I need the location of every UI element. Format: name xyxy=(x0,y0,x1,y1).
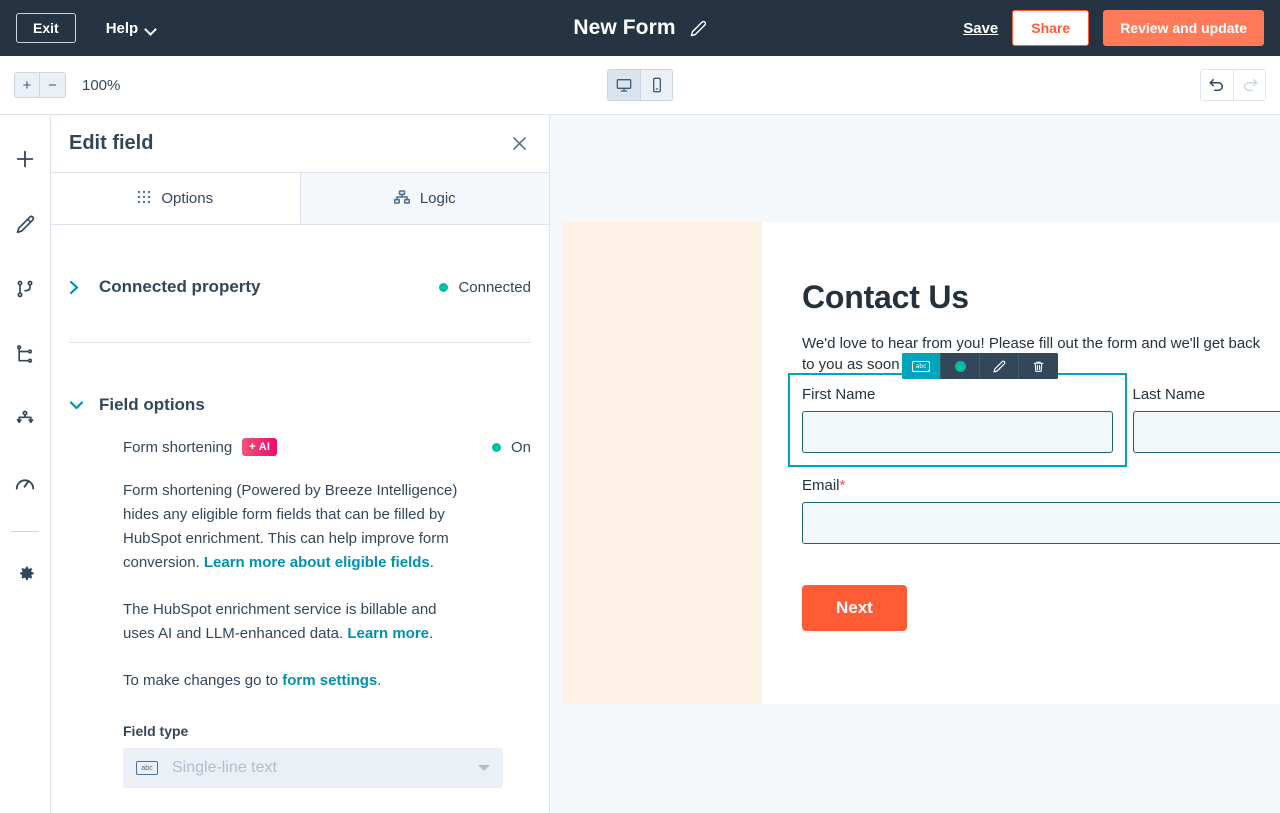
form-shortening-status: On xyxy=(492,439,531,456)
learn-more-link[interactable]: Learn more xyxy=(347,625,429,642)
form-preview-canvas: Contact Us We'd love to hear from you! P… xyxy=(550,115,1280,813)
panel-content: Connected property Connected Field optio… xyxy=(51,225,549,813)
form-shortening-description: Form shortening (Powered by Breeze Intel… xyxy=(69,479,469,575)
left-tool-rail xyxy=(0,115,51,813)
eligible-fields-link[interactable]: Learn more about eligible fields xyxy=(204,554,430,571)
connected-status-icon[interactable] xyxy=(941,353,980,379)
preview-field-email[interactable]: Email* xyxy=(802,477,1280,544)
delete-field-icon[interactable] xyxy=(1019,353,1058,379)
abc-text-icon: abc xyxy=(136,761,158,775)
app-header: Exit Help New Form Save Share Review and… xyxy=(0,0,1280,56)
status-dot-icon xyxy=(439,283,448,292)
connected-property-title: Connected property xyxy=(99,277,261,297)
description-text-end: . xyxy=(429,625,433,642)
review-and-update-button[interactable]: Review and update xyxy=(1103,10,1264,46)
zoom-in-button[interactable]: + xyxy=(14,72,40,98)
settings-gear-icon[interactable] xyxy=(5,554,45,594)
preview-side-panel xyxy=(563,222,762,704)
preview-field-label: Last Name xyxy=(1133,386,1280,403)
preview-field-input[interactable] xyxy=(1133,411,1280,453)
connected-property-section[interactable]: Connected property Connected xyxy=(69,225,531,297)
workflow-icon[interactable] xyxy=(5,399,45,439)
mobile-preview-button[interactable] xyxy=(640,70,672,100)
edit-field-icon[interactable] xyxy=(980,353,1019,379)
preview-submit-button[interactable]: Next xyxy=(802,585,907,631)
panel-tabs: Options Logic xyxy=(51,172,549,225)
help-menu-label: Help xyxy=(106,20,139,37)
form-settings-description: To make changes go to form settings. xyxy=(69,669,469,693)
style-brush-icon[interactable] xyxy=(5,204,45,244)
zoom-controls: + − xyxy=(14,72,66,98)
device-preview-toggle xyxy=(607,69,673,101)
help-menu[interactable]: Help xyxy=(106,20,158,37)
chevron-right-icon[interactable] xyxy=(69,280,85,295)
form-preview-sheet: Contact Us We'd love to hear from you! P… xyxy=(563,222,1280,704)
description-text-end: . xyxy=(377,672,381,689)
page-title: New Form xyxy=(573,16,675,40)
grid-icon xyxy=(137,190,151,208)
tab-logic-label: Logic xyxy=(420,190,456,207)
edit-field-panel-header: Edit field xyxy=(51,115,549,172)
description-text: To make changes go to xyxy=(123,672,282,689)
field-tree-icon[interactable] xyxy=(5,334,45,374)
chevron-down-icon xyxy=(146,25,157,32)
enrichment-billing-description: The HubSpot enrichment service is billab… xyxy=(69,598,469,646)
desktop-preview-button[interactable] xyxy=(608,70,640,100)
required-marker: * xyxy=(840,477,846,494)
preview-name-row: abc First Name xyxy=(802,386,1280,453)
chevron-down-icon[interactable] xyxy=(69,400,85,410)
history-controls xyxy=(1200,69,1266,101)
preview-field-input[interactable] xyxy=(802,411,1113,453)
field-type-icon[interactable]: abc xyxy=(902,353,941,379)
form-shortening-row: Form shortening + AI On xyxy=(69,438,531,456)
field-type-value: Single-line text xyxy=(172,759,277,777)
exit-button[interactable]: Exit xyxy=(16,13,76,43)
connected-property-status: Connected xyxy=(439,279,531,296)
field-type-select[interactable]: abc Single-line text xyxy=(123,748,503,788)
performance-gauge-icon[interactable] xyxy=(5,464,45,504)
field-action-toolbar: abc xyxy=(902,353,1058,379)
close-icon[interactable] xyxy=(507,132,531,156)
undo-button[interactable] xyxy=(1201,70,1233,100)
edit-form-name-pencil-icon[interactable] xyxy=(690,20,707,37)
branch-logic-icon[interactable] xyxy=(5,269,45,309)
form-shortening-label: Form shortening xyxy=(123,439,232,456)
form-settings-link[interactable]: form settings xyxy=(282,672,377,689)
redo-button[interactable] xyxy=(1233,70,1265,100)
form-shortening-status-label: On xyxy=(511,439,531,456)
editor-body: Edit field Options xyxy=(0,115,1280,813)
preview-field-input[interactable] xyxy=(802,502,1280,544)
preview-field-label: First Name xyxy=(802,386,1113,403)
preview-title: Contact Us xyxy=(802,279,1280,316)
chevron-down-icon xyxy=(478,765,490,771)
preview-field-label-text: Email xyxy=(802,477,840,494)
tab-logic[interactable]: Logic xyxy=(300,173,550,224)
header-actions: Save Share Review and update xyxy=(963,10,1264,46)
zoom-level-label: 100% xyxy=(82,77,120,94)
field-options-section[interactable]: Field options xyxy=(69,343,531,415)
rail-divider xyxy=(11,531,39,532)
field-type-label: Field type xyxy=(69,723,531,739)
panel-title: Edit field xyxy=(69,132,153,155)
editor-toolbar: + − 100% xyxy=(0,56,1280,115)
tab-options[interactable]: Options xyxy=(51,173,300,224)
save-button[interactable]: Save xyxy=(963,20,998,37)
status-dot-icon xyxy=(492,443,501,452)
preview-field-first-name[interactable]: First Name xyxy=(788,373,1127,467)
share-button[interactable]: Share xyxy=(1012,10,1089,46)
hierarchy-icon xyxy=(394,190,410,208)
preview-form: Contact Us We'd love to hear from you! P… xyxy=(762,222,1280,704)
tab-options-label: Options xyxy=(161,190,213,207)
zoom-out-button[interactable]: − xyxy=(40,72,66,98)
edit-field-panel: Edit field Options xyxy=(51,115,550,813)
preview-field-last-name[interactable]: Last Name xyxy=(1133,386,1280,453)
add-icon[interactable] xyxy=(5,139,45,179)
ai-badge: + AI xyxy=(242,438,277,456)
connected-property-status-label: Connected xyxy=(458,279,531,296)
field-options-title: Field options xyxy=(99,395,205,415)
description-text-end: . xyxy=(430,554,434,571)
preview-field-label: Email* xyxy=(802,477,1280,494)
